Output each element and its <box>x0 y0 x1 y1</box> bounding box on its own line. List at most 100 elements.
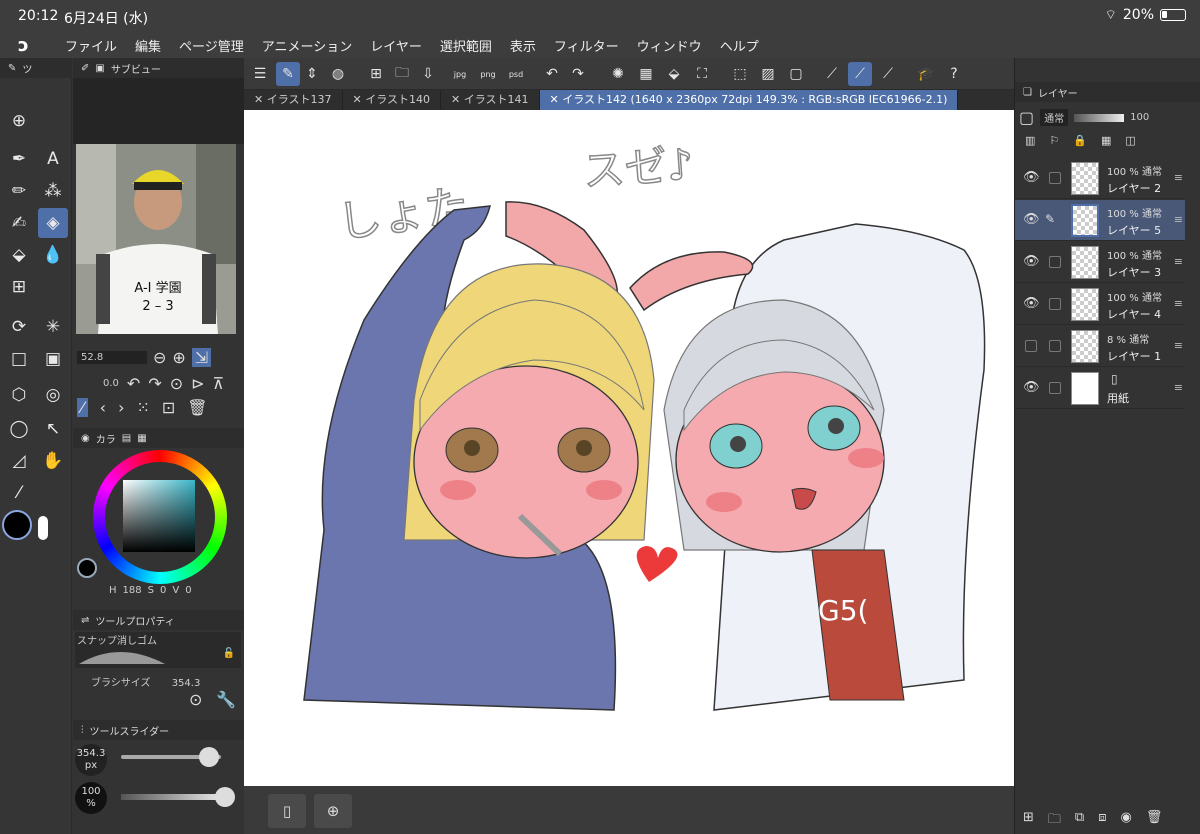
size-slider-handle[interactable] <box>199 747 219 767</box>
mask-icon[interactable]: ◫ <box>1125 134 1135 147</box>
rectangle-tool-icon[interactable]: □ <box>4 344 34 374</box>
prev-icon[interactable]: ‹ <box>100 398 106 417</box>
zoom-in-icon[interactable]: ⊕ <box>172 348 185 367</box>
merge-layer-icon[interactable]: ⧈ <box>1098 810 1106 832</box>
flip-vertical-icon[interactable]: ⊼ <box>213 374 225 393</box>
eyedropper-icon[interactable]: ⁄ <box>77 398 88 417</box>
gradient-tool-icon[interactable]: ▣ <box>38 344 68 374</box>
snap-ruler-icon[interactable]: ⟋ <box>820 62 844 86</box>
layer-menu-icon[interactable]: ≡ <box>1174 171 1183 184</box>
tab-illust-142[interactable]: ✕ イラスト142 (1640 x 2360px 72dpi 149.3% : … <box>539 90 959 110</box>
menu-page[interactable]: ページ管理 <box>170 36 253 55</box>
zoom-field[interactable]: 52.8 <box>77 351 147 364</box>
export-png-icon[interactable]: png <box>476 62 500 86</box>
tab-illust-141[interactable]: ✕ イラスト141 <box>441 90 540 110</box>
new-file-icon[interactable]: ⊞ <box>364 62 388 86</box>
menu-view[interactable]: 表示 <box>501 36 545 55</box>
lasso-tool-icon[interactable]: ⟳ <box>4 312 34 342</box>
quick-access-icon[interactable]: ✎ <box>276 62 300 86</box>
tab-illust-140[interactable]: ✕ イラスト140 <box>343 90 441 110</box>
color-wheel-tab-icon[interactable]: ◉ <box>81 433 90 444</box>
sub-color-swatch[interactable] <box>38 516 48 540</box>
color-square[interactable] <box>123 480 195 552</box>
pencil-tool-icon[interactable]: ✏ <box>4 176 34 206</box>
subview-tab-icon[interactable]: ▣ <box>95 63 104 74</box>
subview-title[interactable]: サブビュー <box>111 61 161 76</box>
layer-row[interactable]: 👁 100 % 通常 レイヤー 2 ≡ <box>1015 158 1185 199</box>
grid-tool-icon[interactable]: ⊞ <box>4 272 34 302</box>
layer-menu-icon[interactable]: ≡ <box>1174 213 1183 226</box>
menu-selection[interactable]: 選択範囲 <box>431 36 501 55</box>
fill-selection-icon[interactable]: ▦ <box>634 62 658 86</box>
tool-preset[interactable]: スナップ消しゴム 🔓 <box>75 632 241 668</box>
marker-tool-icon[interactable]: ✍ <box>4 208 34 238</box>
snap-special-ruler-icon[interactable]: ⟋ <box>848 62 872 86</box>
hue-value[interactable]: 188 <box>123 585 142 596</box>
menu-icon[interactable]: ☰ <box>248 62 272 86</box>
layer-row[interactable]: 👁 ✎ 100 % 通常 レイヤー 5 ≡ <box>1015 200 1185 241</box>
eye-icon[interactable]: 👁 <box>1023 296 1040 311</box>
color-tab-label[interactable]: カラ <box>96 431 116 446</box>
current-color-dot[interactable] <box>77 558 97 578</box>
layer-select-checkbox[interactable] <box>1049 340 1061 352</box>
layer-select-checkbox[interactable] <box>1049 256 1061 268</box>
layer-select-checkbox[interactable] <box>1049 172 1061 184</box>
tool-property-title[interactable]: ツールプロパティ <box>95 613 174 628</box>
app-logo-icon[interactable]: ↄ <box>0 35 56 56</box>
layer-select-checkbox[interactable] <box>1025 340 1037 352</box>
menu-layer[interactable]: レイヤー <box>361 36 431 55</box>
main-color-swatch[interactable] <box>2 510 32 540</box>
menu-animation[interactable]: アニメーション <box>253 36 361 55</box>
tab-illust-137[interactable]: ✕ イラスト137 <box>244 90 343 110</box>
ruler-tool-icon[interactable]: ◿ <box>4 446 34 476</box>
eraser-tool-icon[interactable]: ◈ <box>38 208 68 238</box>
deselect-icon[interactable]: ⬚ <box>728 62 752 86</box>
menu-window[interactable]: ウィンドウ <box>628 36 711 55</box>
layer-menu-icon[interactable]: ≡ <box>1174 297 1183 310</box>
tool-tab-label[interactable]: ツ <box>22 61 32 76</box>
companion-icon[interactable]: ◍ <box>326 62 350 86</box>
new-folder-icon[interactable]: 🗀 <box>1048 810 1061 832</box>
pen-tool-icon[interactable]: ✒ <box>4 144 34 174</box>
lock-icon[interactable]: 🔓 <box>223 648 235 659</box>
zoom-out-icon[interactable]: ⊖ <box>153 348 166 367</box>
layer-panel-title[interactable]: レイヤー <box>1038 85 1078 100</box>
clear-icon[interactable]: ✺ <box>606 62 630 86</box>
blend-tool-icon[interactable]: 💧 <box>38 240 68 270</box>
layer-row[interactable]: 👁 100 % 通常 レイヤー 3 ≡ <box>1015 242 1185 283</box>
eye-icon[interactable]: 👁 <box>1023 254 1040 269</box>
page-list-icon[interactable]: ▯ <box>268 794 306 828</box>
next-icon[interactable]: › <box>118 398 124 417</box>
show-selection-icon[interactable]: ▢ <box>784 62 808 86</box>
transform-icon[interactable]: ⛶ <box>690 62 714 86</box>
help-icon[interactable]: ? <box>942 62 966 86</box>
navigator-icon[interactable]: ⊕ <box>314 794 352 828</box>
wrench-icon[interactable]: 🔧 <box>216 690 236 709</box>
eyedropper-tool-icon[interactable]: ⁄ <box>4 478 34 508</box>
layer-row[interactable]: 👁 ▯ 用紙 ≡ <box>1015 368 1185 409</box>
eye-icon[interactable]: 👁 <box>1023 170 1040 185</box>
layer-select-checkbox[interactable] <box>1049 298 1061 310</box>
undo-icon[interactable]: ↶ <box>540 62 564 86</box>
layer-row[interactable]: 👁 100 % 通常 レイヤー 4 ≡ <box>1015 284 1185 325</box>
color-wheel[interactable] <box>93 450 227 584</box>
expand-icon[interactable]: ⇕ <box>300 62 324 86</box>
magic-wand-icon[interactable]: ✳ <box>38 312 68 342</box>
menu-filter[interactable]: フィルター <box>545 36 628 55</box>
fit-icon[interactable]: ⇲ <box>191 348 212 367</box>
layer-tab-icon[interactable]: ❏ <box>1023 87 1032 98</box>
layer-row[interactable]: 8 % 通常 レイヤー 1 ≡ <box>1015 326 1185 367</box>
balloon-tool-icon[interactable]: ◎ <box>38 380 68 410</box>
hand-tool-icon[interactable]: ✋ <box>38 446 68 476</box>
color-set-tab-icon[interactable]: ▤ <box>122 433 131 444</box>
sat-value[interactable]: 0 <box>160 585 166 596</box>
fill-icon[interactable]: ⬙ <box>662 62 686 86</box>
lock-layer-icon[interactable]: 🔒 <box>1073 134 1087 147</box>
size-slider[interactable] <box>121 747 221 767</box>
speech-tool-icon[interactable]: ◯ <box>4 414 34 444</box>
tool-slider-title[interactable]: ツールスライダー <box>90 723 170 738</box>
layer-menu-icon[interactable]: ≡ <box>1174 381 1183 394</box>
eye-icon[interactable]: 👁 <box>1023 380 1040 395</box>
learning-icon[interactable]: 🎓 <box>914 62 938 86</box>
color-history-tab-icon[interactable]: ▦ <box>137 433 146 444</box>
